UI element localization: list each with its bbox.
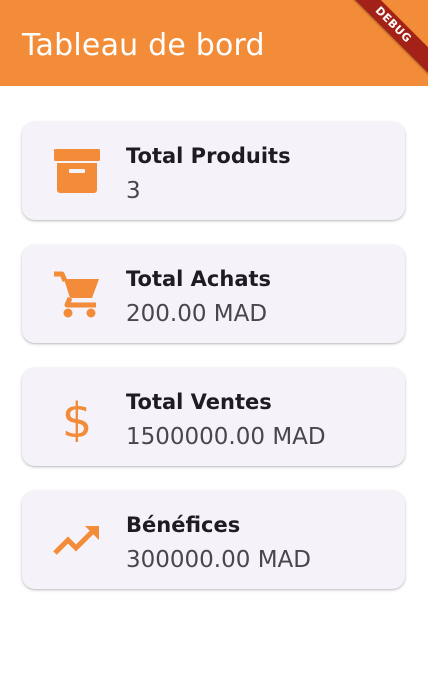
debug-banner: DEBUG [340,0,428,78]
stat-card-total-achats: Total Achats 200.00 MAD [22,245,405,343]
stat-label: Total Achats [126,267,272,291]
svg-text:$: $ [62,393,93,442]
stat-card-total-produits: Total Produits 3 [22,122,405,220]
stat-card-total-ventes: $ Total Ventes 1500000.00 MAD [22,368,405,466]
stat-value: 3 [126,178,141,204]
dollar-icon: $ [52,392,102,442]
stat-label: Total Produits [126,144,291,168]
stat-value: 200.00 MAD [126,301,268,327]
dashboard-content: Total Produits 3 Total Achats 200.00 MAD… [0,86,428,688]
stat-value: 300000.00 MAD [126,547,311,573]
stat-value: 1500000.00 MAD [126,424,326,450]
page-title: Tableau de bord [22,28,265,63]
shopping-cart-icon [52,269,102,319]
app-bar: Tableau de bord DEBUG [0,0,428,86]
stat-label: Bénéfices [126,513,241,537]
archive-box-icon [52,146,102,196]
stat-card-benefices: Bénéfices 300000.00 MAD [22,491,405,589]
trending-up-icon [52,515,102,565]
stat-label: Total Ventes [126,390,272,414]
